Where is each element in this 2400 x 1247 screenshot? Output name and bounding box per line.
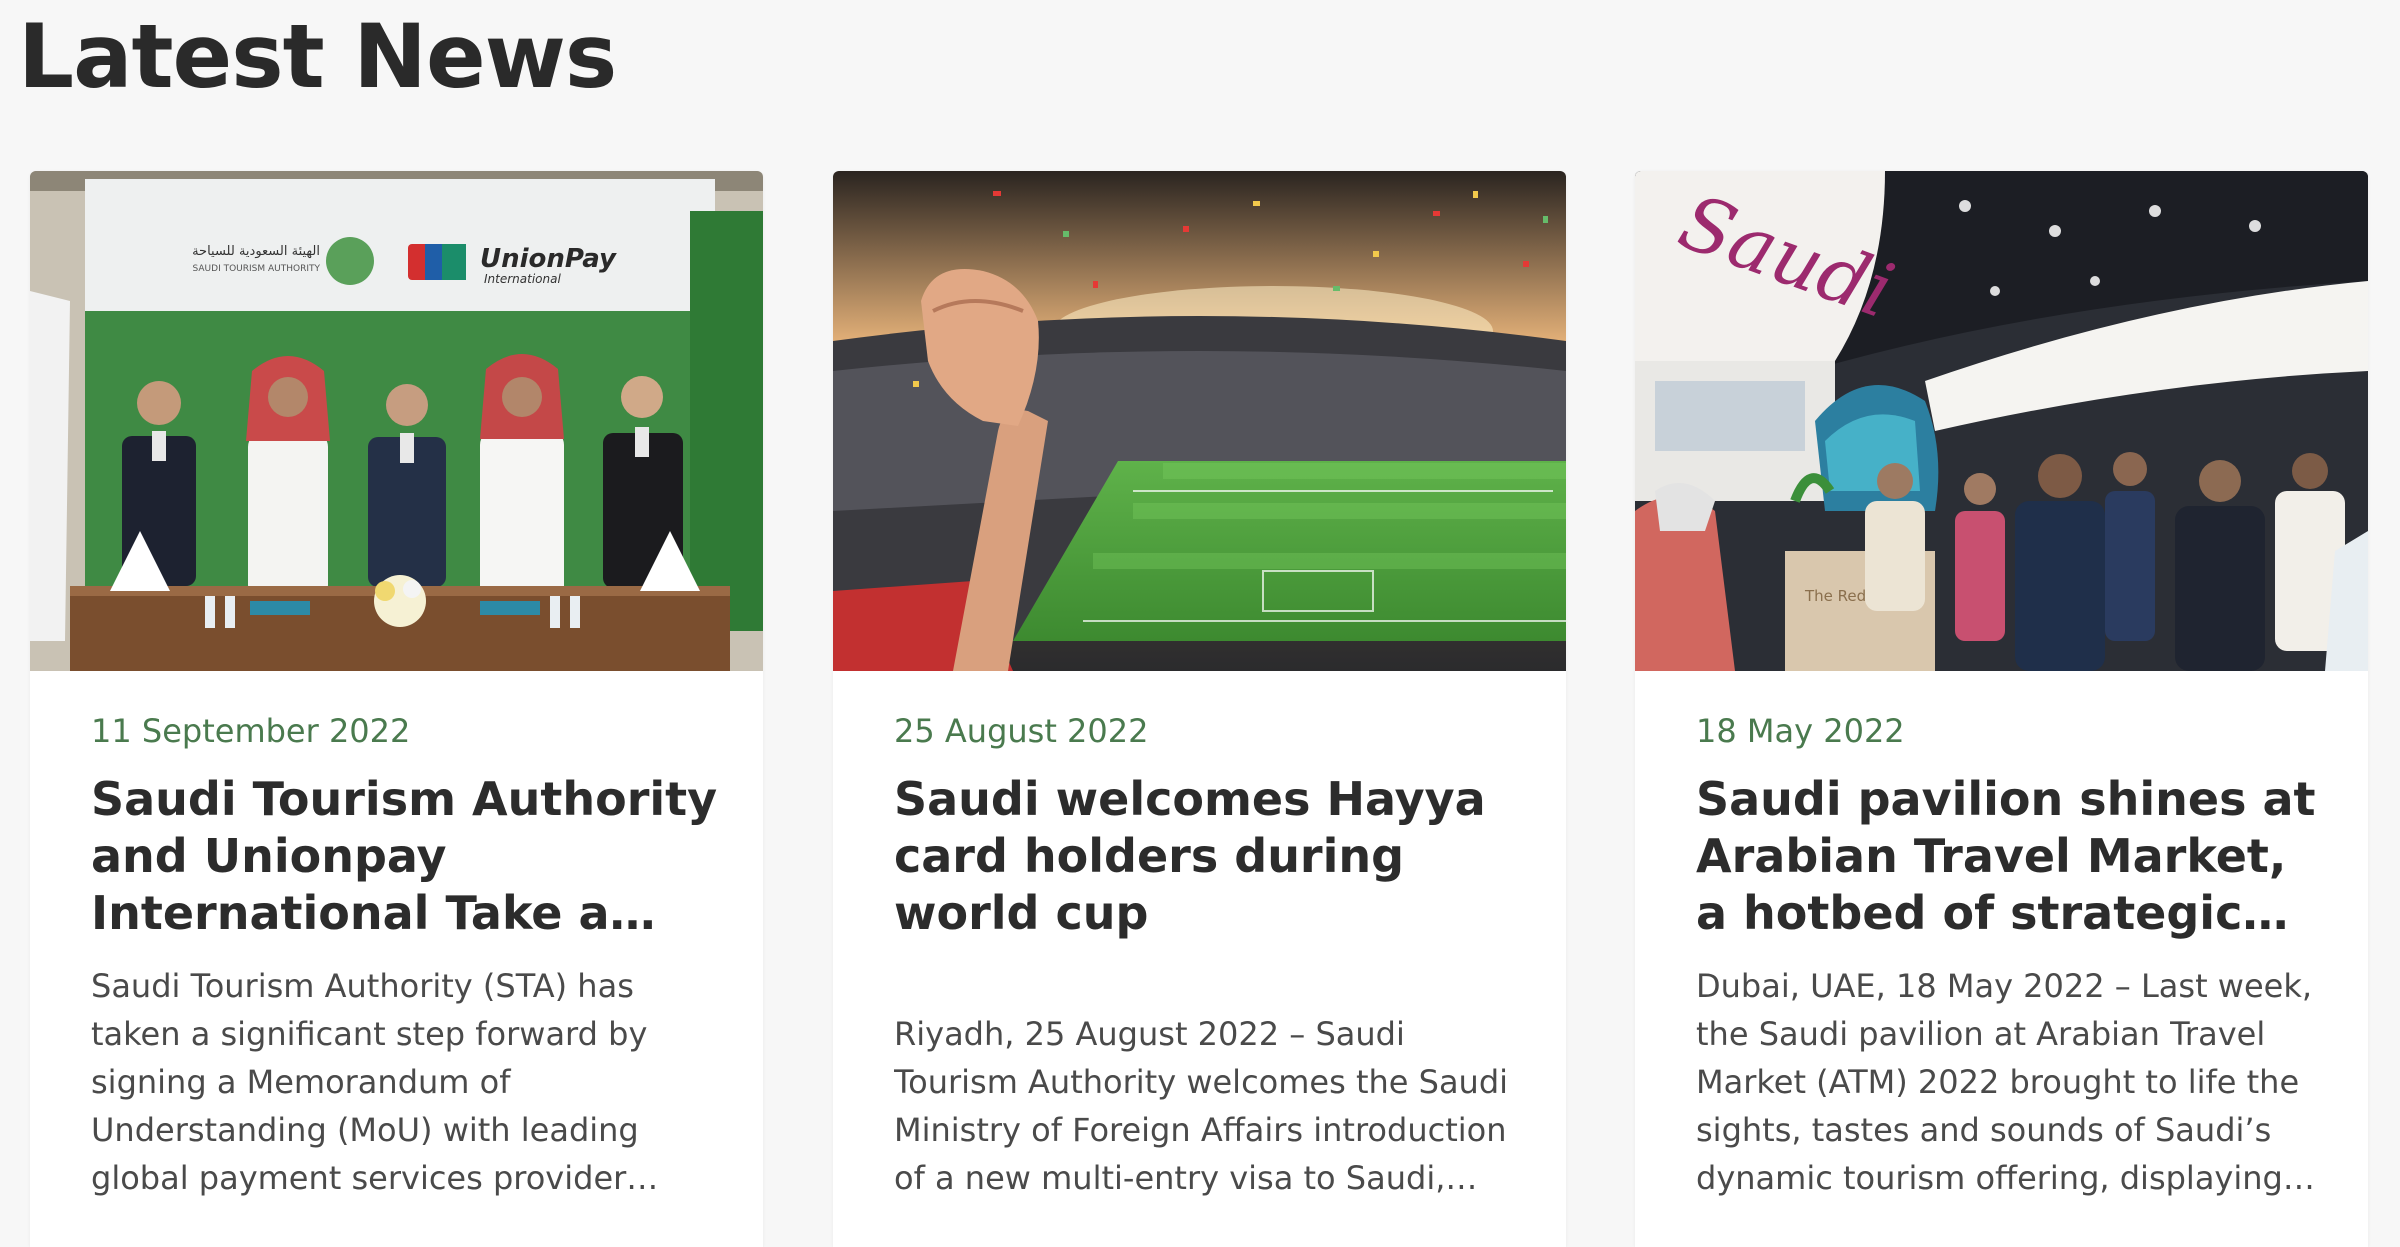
banner-org: SAUDI TOURISM AUTHORITY (193, 264, 321, 274)
news-card-title[interactable]: Saudi welcomes Hayya card holders during… (894, 771, 1524, 942)
news-card-date: 25 August 2022 (894, 712, 1149, 750)
banner-brand: UnionPay (480, 244, 617, 274)
news-card-image[interactable]: الهيئة السعودية للسياحة SAUDI TOURISM AU… (30, 171, 763, 671)
news-card-excerpt: Riyadh, 25 August 2022 – Saudi Tourism A… (894, 1015, 1509, 1197)
news-card-image[interactable]: Saudi The Red Sea (1635, 171, 2368, 671)
news-card[interactable]: Saudi The Red Sea 18 May 2022 Saudi pavi… (1635, 171, 2368, 1247)
section-title: Latest News (18, 5, 617, 108)
banner-org-ar: الهيئة السعودية للسياحة (192, 244, 320, 259)
signing-ceremony-photo: الهيئة السعودية للسياحة SAUDI TOURISM AU… (30, 171, 763, 671)
latest-news-page: Latest News الهيئة السعودية للسياحة SAUD… (0, 0, 2400, 1247)
news-card-date: 18 May 2022 (1696, 712, 1905, 750)
banner-brand-sub: International (484, 272, 561, 286)
news-card-date: 11 September 2022 (91, 712, 411, 750)
news-card-excerpt: Dubai, UAE, 18 May 2022 – Last week, the… (1696, 967, 2313, 1197)
news-card-body: 11 September 2022 Saudi Tourism Authorit… (91, 711, 721, 1202)
news-card-list: الهيئة السعودية للسياحة SAUDI TOURISM AU… (30, 171, 2370, 1247)
news-card-excerpt: Saudi Tourism Authority (STA) has taken … (91, 967, 648, 1197)
news-card[interactable]: 25 August 2022 Saudi welcomes Hayya card… (833, 171, 1566, 1247)
news-card-title[interactable]: Saudi pavilion shines at Arabian Travel … (1696, 771, 2326, 942)
news-card-title[interactable]: Saudi Tourism Authority and Unionpay Int… (91, 771, 721, 942)
travel-market-pavilion-photo: Saudi The Red Sea (1635, 171, 2368, 671)
news-card-body: 18 May 2022 Saudi pavilion shines at Ara… (1696, 711, 2326, 1202)
news-card[interactable]: الهيئة السعودية للسياحة SAUDI TOURISM AU… (30, 171, 763, 1247)
news-card-body: 25 August 2022 Saudi welcomes Hayya card… (894, 711, 1524, 1202)
news-card-image[interactable] (833, 171, 1566, 671)
stadium-photo (833, 171, 1566, 671)
